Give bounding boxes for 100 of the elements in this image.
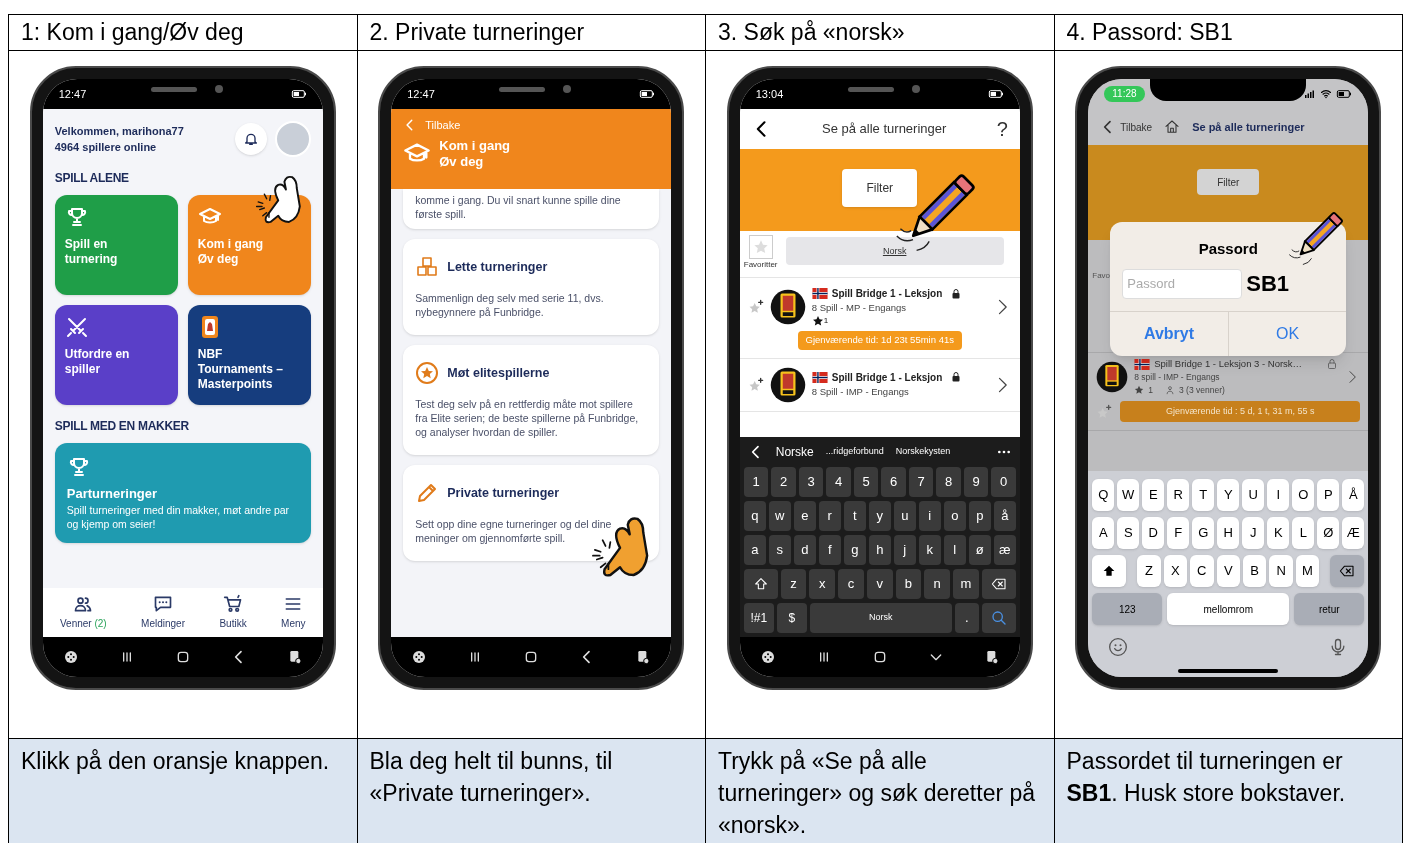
keyboard-key[interactable]: 123 [1092, 593, 1163, 625]
keyboard-key[interactable]: j [893, 535, 916, 565]
game-icon[interactable] [759, 649, 776, 665]
keyboard-key[interactable]: 1 [743, 467, 769, 497]
keyboard-key[interactable]: i [918, 501, 941, 531]
keyboard-key[interactable]: N [1269, 555, 1293, 587]
add-favorite-icon[interactable] [747, 298, 764, 315]
shift-key[interactable] [1092, 555, 1127, 587]
keyboard-key[interactable]: 6 [881, 467, 906, 497]
keyboard-key[interactable]: n [924, 569, 951, 599]
keyboard-key[interactable]: 3 [798, 467, 824, 497]
keyboard-key[interactable]: å [993, 501, 1016, 531]
nav-tab[interactable]: Meny [281, 594, 306, 631]
keyboard-key[interactable]: $ [776, 603, 807, 633]
keyboard-key[interactable]: F [1167, 517, 1190, 549]
add-favorite-icon[interactable] [747, 376, 764, 393]
keyboard-key[interactable]: retur [1294, 593, 1365, 625]
keyboard-key[interactable]: W [1117, 479, 1140, 511]
keyboard-key[interactable]: I [1267, 479, 1290, 511]
keyboard-key[interactable]: M [1295, 555, 1320, 587]
keyboard-key[interactable]: K [1267, 517, 1290, 549]
keyboard-key[interactable]: C [1190, 555, 1214, 587]
search-field[interactable]: Norsk [785, 237, 1004, 265]
house-icon[interactable] [1164, 119, 1181, 135]
keyboard-key[interactable]: . [954, 603, 979, 633]
keyboard-key[interactable]: V [1216, 555, 1240, 587]
suggestion-chip[interactable]: Norskekysten [895, 445, 951, 459]
keyboard-key[interactable]: g [843, 535, 866, 565]
keyboard-key[interactable]: 4 [826, 467, 851, 497]
filter-button[interactable]: Filter [1197, 169, 1260, 195]
keyboard-key[interactable]: 2 [771, 467, 796, 497]
keyboard-key[interactable]: a [743, 535, 766, 565]
suggestion-chip[interactable]: Norske [775, 443, 814, 461]
game-icon[interactable] [411, 649, 428, 665]
keyboard-key[interactable]: m [953, 569, 979, 599]
keyboard-key[interactable]: G [1192, 517, 1215, 549]
dialog-button[interactable]: Avbryt [1110, 311, 1229, 356]
keyboard-key[interactable]: Å [1342, 479, 1365, 511]
keyboard-key[interactable]: q [743, 501, 766, 531]
keyboard-key[interactable]: 9 [963, 467, 989, 497]
suggestion-chip[interactable]: ...ridgeforbund [825, 445, 884, 459]
keyboard-key[interactable]: l [943, 535, 966, 565]
keyboard-key[interactable]: c [838, 569, 864, 599]
keyboard-key[interactable]: æ [993, 535, 1016, 565]
filter-button[interactable]: Filter [842, 169, 918, 207]
search-key[interactable] [981, 603, 1016, 633]
keyboard-key[interactable]: Y [1217, 479, 1240, 511]
keyboard-key[interactable]: Z [1137, 555, 1161, 587]
keyboard-key[interactable]: t [843, 501, 866, 531]
keyboard-key[interactable]: o [943, 501, 966, 531]
keyboard-key[interactable]: 5 [853, 467, 879, 497]
keyboard-key[interactable]: ø [968, 535, 991, 565]
keyboard-key[interactable]: p [968, 501, 991, 531]
notification-button[interactable] [234, 123, 267, 155]
password-field[interactable]: Passord [1122, 268, 1243, 299]
help-button[interactable]: ? [996, 119, 1008, 139]
backspace-key[interactable] [1330, 555, 1365, 587]
keyboard-key[interactable]: d [793, 535, 816, 565]
keyboard-key[interactable]: mellomrom [1167, 593, 1290, 625]
keyboard-key[interactable]: r [818, 501, 841, 531]
dialog-button[interactable]: OK [1228, 311, 1347, 356]
keyboard-key[interactable]: Q [1092, 479, 1115, 511]
keyboard-key[interactable]: h [868, 535, 891, 565]
keyboard-key[interactable]: f [818, 535, 841, 565]
keyboard-key[interactable]: v [866, 569, 893, 599]
keyboard-key[interactable]: R [1167, 479, 1190, 511]
menu-tile[interactable]: Utfordre en spiller [54, 305, 178, 405]
keyboard-key[interactable]: X [1163, 555, 1188, 587]
keyboard-key[interactable]: z [780, 569, 807, 599]
keyboard-key[interactable]: b [895, 569, 922, 599]
keyboard-key[interactable]: U [1242, 479, 1265, 511]
menu-tile[interactable]: NBF Tournaments – Masterpoints [187, 305, 311, 405]
keyboard-key[interactable]: B [1242, 555, 1267, 587]
keyboard-key[interactable]: T [1192, 479, 1215, 511]
nav-tab[interactable]: Butikk [219, 594, 247, 631]
keyboard-key[interactable]: H [1217, 517, 1240, 549]
keyboard-key[interactable]: A [1092, 517, 1115, 549]
keyboard-key[interactable]: w [768, 501, 791, 531]
keyboard-key[interactable]: 7 [908, 467, 934, 497]
screenshot-icon[interactable] [635, 649, 652, 665]
keyboard-key[interactable]: Ø [1317, 517, 1340, 549]
keyboard-key[interactable]: !#1 [743, 603, 774, 633]
option-card[interactable]: Lette turneringer Sammenlign deg selv med serie 11, dvs. nybegynnere på Funbridge. [403, 239, 660, 335]
keyboard-key[interactable]: D [1142, 517, 1165, 549]
nav-tab[interactable]: Meldinger [141, 594, 185, 631]
keyboard-key[interactable]: Æ [1342, 517, 1365, 549]
keyboard-key[interactable]: k [918, 535, 941, 565]
keyboard-key[interactable]: 0 [991, 467, 1016, 497]
option-card[interactable]: Private turneringer Sett opp dine egne turneringer og del dine meninger om gjennomførte spill. [403, 465, 660, 561]
keyboard-key[interactable]: E [1142, 479, 1165, 511]
emoji-icon[interactable] [1108, 637, 1129, 657]
space-key[interactable]: Norsk [809, 603, 952, 633]
keyboard-key[interactable]: J [1242, 517, 1265, 549]
nav-tab[interactable]: Venner (2) [59, 594, 107, 631]
keyboard-key[interactable]: e [793, 501, 816, 531]
backspace-key[interactable] [981, 569, 1016, 599]
keyboard-key[interactable]: x [809, 569, 836, 599]
keyboard-key[interactable]: s [768, 535, 791, 565]
keyboard-key[interactable]: u [893, 501, 916, 531]
back-button[interactable]: Tilbake [1100, 119, 1153, 135]
